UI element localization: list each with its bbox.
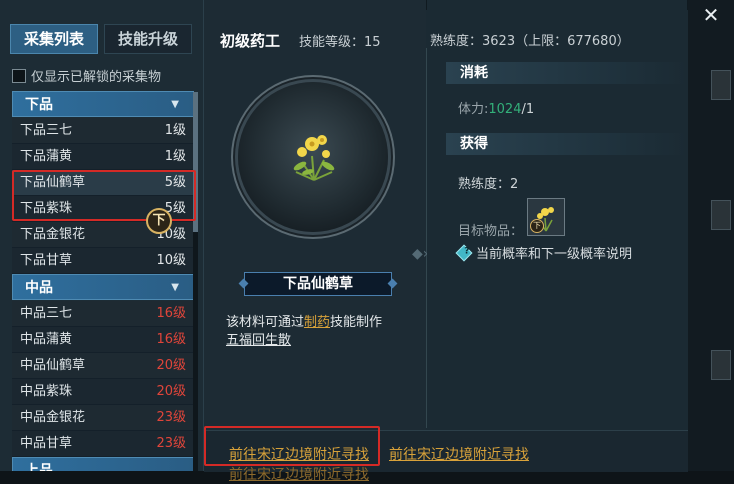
group-header-high[interactable]: 上品 <box>12 457 194 471</box>
gather-list: 下品 ▼ 下品三七 1级 下品蒲黄 1级 下品仙鹤草 5级 下品紫珠 5级 下品金银花 1… <box>12 91 194 471</box>
proficiency-gain-text: 熟练度：2 <box>458 177 519 192</box>
item-detail-panel: 初级药工 技能等级：15 下品仙鹤草 该材料可通过制药技能制作 五福回生散 <box>204 0 426 471</box>
group-items-mid: 中品三七 16级 中品蒲黄 16级 中品仙鹤草 20级 中品紫珠 20级 中品金银花 23… <box>12 301 194 457</box>
list-item[interactable]: 中品甘草 23级 <box>12 431 194 457</box>
item-level-locked: 23级 <box>156 436 186 451</box>
side-ornament <box>711 350 731 380</box>
grade-badge: 下 <box>146 208 172 234</box>
target-label: 目标物品： <box>458 224 524 239</box>
group-items-low: 下品三七 1级 下品蒲黄 1级 下品仙鹤草 5级 下品紫珠 5级 下品金银花 10级 下品… <box>12 118 194 274</box>
group-name: 下品 <box>25 97 53 113</box>
item-description: 该材料可通过制药技能制作 五福回生散 <box>226 314 416 350</box>
tab-gather-list[interactable]: 采集列表 <box>10 24 98 54</box>
target-item-slot[interactable]: 下 <box>527 198 565 236</box>
tab-skill-upgrade[interactable]: 技能升级 <box>104 24 192 54</box>
list-item[interactable]: 下品甘草 10级 <box>12 248 194 274</box>
item-name: 中品仙鹤草 <box>20 358 86 373</box>
item-name: 下品三七 <box>20 123 73 138</box>
group-name: 上品 <box>25 463 53 471</box>
question-icon: ? <box>455 244 473 261</box>
group-header-low[interactable]: 下品 ▼ <box>12 91 194 117</box>
item-level: 10级 <box>156 253 186 268</box>
item-name: 下品甘草 <box>20 253 73 268</box>
product-link[interactable]: 五福回生散 <box>226 333 291 348</box>
item-name: 中品紫珠 <box>20 384 73 399</box>
find-location-link[interactable]: 前往宋辽边境附近寻找 <box>229 464 369 484</box>
highlight-box <box>204 426 380 466</box>
item-level: 1级 <box>164 149 186 164</box>
item-name: 下品仙鹤草 <box>20 175 86 190</box>
item-name: 下品蒲黄 <box>20 149 73 164</box>
item-level: 5级 <box>164 175 186 190</box>
close-icon[interactable]: ✕ <box>700 5 722 27</box>
chevron-down-icon: ▼ <box>171 282 179 293</box>
list-item[interactable]: 中品金银花 23级 <box>12 405 194 431</box>
target-grade-badge: 下 <box>530 219 544 233</box>
gather-list-panel: 采集列表 技能升级 仅显示已解锁的采集物 下品 ▼ 下品三七 1级 下品蒲黄 1级 … <box>0 0 204 471</box>
divider-diamond-icon: ◆› <box>412 246 429 262</box>
list-item-selected[interactable]: 下品仙鹤草 5级 <box>12 170 194 196</box>
scrollbar-thumb[interactable] <box>193 92 198 232</box>
side-ornament <box>711 70 731 100</box>
item-portrait <box>238 82 388 232</box>
item-level-locked: 23级 <box>156 410 186 425</box>
item-name: 中品甘草 <box>20 436 73 451</box>
item-name: 中品蒲黄 <box>20 332 73 347</box>
section-gain: 获得 <box>446 133 686 155</box>
find-location-link[interactable]: 前往宋辽边境附近寻找 <box>389 444 529 464</box>
item-level-locked: 20级 <box>156 384 186 399</box>
desc-prefix: 该材料可通过 <box>226 315 305 330</box>
stamina-cost: 体力:1024/1 <box>458 98 534 117</box>
stamina-cost-value: /1 <box>521 102 535 117</box>
item-name-plate: 下品仙鹤草 <box>244 272 392 296</box>
probability-link[interactable]: 当前概率和下一级概率说明 <box>476 243 632 262</box>
filter-checkbox[interactable] <box>12 68 26 83</box>
side-ornament <box>711 200 731 230</box>
list-item[interactable]: 中品紫珠 20级 <box>12 379 194 405</box>
unlocked-filter[interactable]: 仅显示已解锁的采集物 <box>12 66 161 85</box>
item-name: 中品金银花 <box>20 410 86 425</box>
desc-suffix: 技能制作 <box>330 315 383 330</box>
list-item[interactable]: 下品三七 1级 <box>12 118 194 144</box>
craft-skill-link[interactable]: 制药 <box>304 315 330 330</box>
item-name: 下品金银花 <box>20 227 86 242</box>
stamina-current: 1024 <box>488 102 522 117</box>
list-item[interactable]: 中品蒲黄 16级 <box>12 327 194 353</box>
stamina-label: 体力: <box>458 102 489 117</box>
tab-bar: 采集列表 技能升级 <box>10 24 192 54</box>
proficiency-total: 熟练度：3623（上限：677680） <box>430 34 630 49</box>
filter-label: 仅显示已解锁的采集物 <box>31 70 162 85</box>
question-glyph: ? <box>464 246 470 257</box>
item-level-locked: 20级 <box>156 358 186 373</box>
list-item[interactable]: 下品蒲黄 1级 <box>12 144 194 170</box>
skill-level: 技能等级：15 <box>299 35 381 50</box>
group-header-mid[interactable]: 中品 ▼ <box>12 274 194 300</box>
job-title: 初级药工 <box>220 32 281 50</box>
probability-help[interactable]: ? 当前概率和下一级概率说明 <box>455 243 632 262</box>
proficiency-gain: 熟练度：2 <box>458 173 518 192</box>
item-name: 下品紫珠 <box>20 201 73 216</box>
list-item[interactable]: 中品仙鹤草 20级 <box>12 353 194 379</box>
chevron-down-icon: ▼ <box>171 99 179 110</box>
herb-icon <box>293 135 335 181</box>
item-name: 中品三七 <box>20 306 73 321</box>
list-item[interactable]: 中品三七 16级 <box>12 301 194 327</box>
group-name: 中品 <box>25 280 53 296</box>
item-level: 1级 <box>164 123 186 138</box>
list-scrollbar[interactable] <box>193 92 198 471</box>
section-consume: 消耗 <box>446 62 686 84</box>
item-level-locked: 16级 <box>156 306 186 321</box>
item-level-locked: 16级 <box>156 332 186 347</box>
